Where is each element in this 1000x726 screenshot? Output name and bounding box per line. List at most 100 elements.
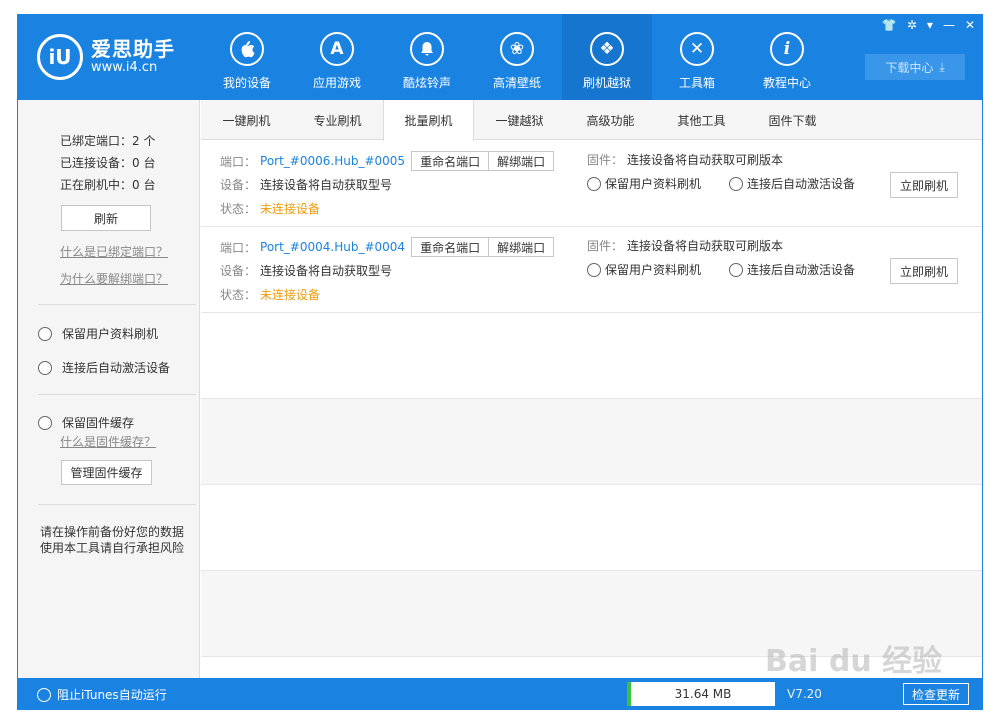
keep-data-option[interactable]: 保留用户资料刷机 — [605, 261, 701, 278]
itunes-label: 阻止iTunes自动运行 — [57, 688, 167, 702]
warning-line: 请在操作前备份好您的数据 — [40, 525, 185, 539]
app-store-icon: A — [320, 32, 354, 66]
nav-apps[interactable]: A 应用游戏 — [292, 14, 382, 100]
empty-row — [201, 313, 982, 399]
app-window: iU 爱思助手 www.i4.cn 我的设备 A 应用游戏 酷炫铃声 ❀ 高清壁… — [0, 0, 1000, 726]
status-bar: 阻止iTunes自动运行 31.64 MB V7.20 检查更新 — [17, 678, 983, 710]
version-label: V7.20 — [787, 687, 822, 701]
device-label: 设备： — [220, 178, 257, 192]
tab-other-tools[interactable]: 其他工具 — [656, 100, 747, 140]
status-label: 状态： — [220, 288, 257, 302]
window-controls: 👕 ✲ ▾ — ✕ — [882, 18, 975, 32]
baidu-watermark: Bai du 经验 — [765, 644, 943, 679]
memory-usage: 31.64 MB — [627, 682, 775, 706]
radio-button[interactable] — [38, 415, 52, 430]
port-row: 端口： Port_#0006.Hub_#0005 重命名端口 解绑端口 设备： … — [201, 141, 982, 227]
flash-now-button[interactable]: 立即刷机 — [890, 172, 958, 198]
what-bound-port-link[interactable]: 什么是已绑定端口？ — [60, 243, 168, 260]
keep-data-option[interactable]: 保留用户资料刷机 — [605, 175, 701, 192]
unbind-port-button[interactable]: 解绑端口 — [488, 237, 555, 257]
download-center-button[interactable]: 下载中心 ⤓ — [865, 54, 965, 80]
divider — [38, 504, 196, 505]
rename-port-button[interactable]: 重命名端口 — [411, 151, 490, 171]
radio-button[interactable] — [38, 360, 52, 375]
refresh-button[interactable]: 刷新 — [61, 205, 151, 231]
radio-button[interactable] — [729, 262, 744, 277]
divider — [38, 304, 196, 305]
tab-firmware-download[interactable]: 固件下载 — [747, 100, 838, 140]
option-label: 保留固件缓存 — [62, 416, 135, 430]
menu-icon[interactable]: ▾ — [927, 18, 933, 32]
block-itunes-option[interactable]: 阻止iTunes自动运行 — [37, 686, 167, 703]
port-row: 端口： Port_#0004.Hub_#0004 重命名端口 解绑端口 设备： … — [201, 227, 982, 313]
download-center-label: 下载中心 — [885, 60, 934, 75]
manage-fw-cache-button[interactable]: 管理固件缓存 — [61, 460, 152, 485]
radio-button[interactable] — [587, 176, 601, 191]
tools-icon: ✕ — [680, 32, 714, 66]
check-update-button[interactable]: 检查更新 — [903, 683, 969, 705]
unbind-port-button[interactable]: 解绑端口 — [488, 151, 555, 171]
bound-ports: 已绑定端口：2 个 — [60, 134, 156, 148]
bell-icon — [410, 32, 444, 66]
firmware-label: 固件： — [587, 153, 624, 167]
auto-activate-option[interactable]: 连接后自动激活设备 — [747, 261, 855, 278]
nav-ringtones[interactable]: 酷炫铃声 — [382, 14, 472, 100]
what-fw-cache-link[interactable]: 什么是固件缓存？ — [60, 433, 156, 450]
nav-tutorials[interactable]: i 教程中心 — [742, 14, 832, 100]
close-icon[interactable]: ✕ — [965, 18, 975, 32]
auto-activate-option[interactable]: 连接后自动激活设备 — [747, 175, 855, 192]
logo-name: 爱思助手 — [91, 37, 175, 61]
nav-my-device[interactable]: 我的设备 — [202, 14, 292, 100]
why-unbind-link[interactable]: 为什么要解绑端口？ — [60, 270, 168, 287]
radio-button[interactable] — [729, 176, 744, 191]
nav-label: 高清壁纸 — [492, 76, 541, 90]
nav-flash-jailbreak[interactable]: ❖ 刷机越狱 — [562, 14, 652, 100]
status-label: 状态： — [220, 202, 257, 216]
status-value: 未连接设备 — [260, 288, 321, 302]
port-stats: 已绑定端口：2 个 已连接设备：0 台 正在刷机中：0 台 — [60, 130, 155, 196]
auto-activate-option[interactable]: 连接后自动激活设备 — [38, 359, 170, 376]
nav-label: 我的设备 — [222, 76, 271, 90]
empty-row — [201, 485, 982, 571]
header: iU 爱思助手 www.i4.cn 我的设备 A 应用游戏 酷炫铃声 ❀ 高清壁… — [17, 14, 983, 100]
nav-toolbox[interactable]: ✕ 工具箱 — [652, 14, 742, 100]
device-label: 设备： — [220, 264, 257, 278]
sidebar: 已绑定端口：2 个 已连接设备：0 台 正在刷机中：0 台 刷新 什么是已绑定端… — [18, 100, 200, 678]
firmware-value: 连接设备将自动获取可刷版本 — [627, 153, 784, 167]
nav-label: 教程中心 — [762, 76, 811, 90]
flash-now-button[interactable]: 立即刷机 — [890, 258, 958, 284]
connected-devices: 已连接设备：0 台 — [60, 156, 156, 170]
radio-button[interactable] — [38, 326, 52, 341]
tab-one-click-jailbreak[interactable]: 一键越狱 — [474, 100, 565, 140]
download-icon: ⤓ — [939, 59, 945, 74]
radio-button[interactable] — [37, 687, 51, 702]
warning-line: 使用本工具请自行承担风险 — [40, 541, 185, 555]
tab-advanced[interactable]: 高级功能 — [565, 100, 656, 140]
nav-wallpapers[interactable]: ❀ 高清壁纸 — [472, 14, 562, 100]
port-label: 端口： — [220, 240, 257, 255]
keep-fw-cache-option[interactable]: 保留固件缓存 — [38, 414, 134, 431]
settings-icon[interactable]: ✲ — [907, 18, 917, 32]
flower-icon: ❀ — [500, 32, 534, 66]
logo-url: www.i4.cn — [91, 60, 158, 75]
port-label: 端口： — [220, 154, 257, 169]
status-value: 未连接设备 — [260, 202, 321, 216]
dropbox-icon: ❖ — [590, 32, 624, 66]
tab-pro-flash[interactable]: 专业刷机 — [292, 100, 383, 140]
nav-label: 工具箱 — [678, 76, 715, 90]
radio-button[interactable] — [587, 262, 601, 277]
firmware-label: 固件： — [587, 239, 624, 253]
nav-label: 刷机越狱 — [582, 76, 631, 90]
risk-warning: 请在操作前备份好您的数据 使用本工具请自行承担风险 — [40, 524, 184, 556]
nav-label: 酷炫铃声 — [402, 76, 451, 90]
option-label: 连接后自动激活设备 — [62, 361, 171, 375]
minimize-icon[interactable]: — — [943, 18, 955, 32]
keep-data-option[interactable]: 保留用户资料刷机 — [38, 325, 158, 342]
firmware-value: 连接设备将自动获取可刷版本 — [627, 239, 784, 253]
rename-port-button[interactable]: 重命名端口 — [411, 237, 490, 257]
logo-icon: iU — [37, 34, 83, 80]
port-value: Port_#0006.Hub_#0005 — [260, 154, 406, 168]
tab-one-click-flash[interactable]: 一键刷机 — [201, 100, 292, 140]
tab-batch-flash[interactable]: 批量刷机 — [383, 100, 474, 141]
skin-icon[interactable]: 👕 — [882, 18, 897, 32]
